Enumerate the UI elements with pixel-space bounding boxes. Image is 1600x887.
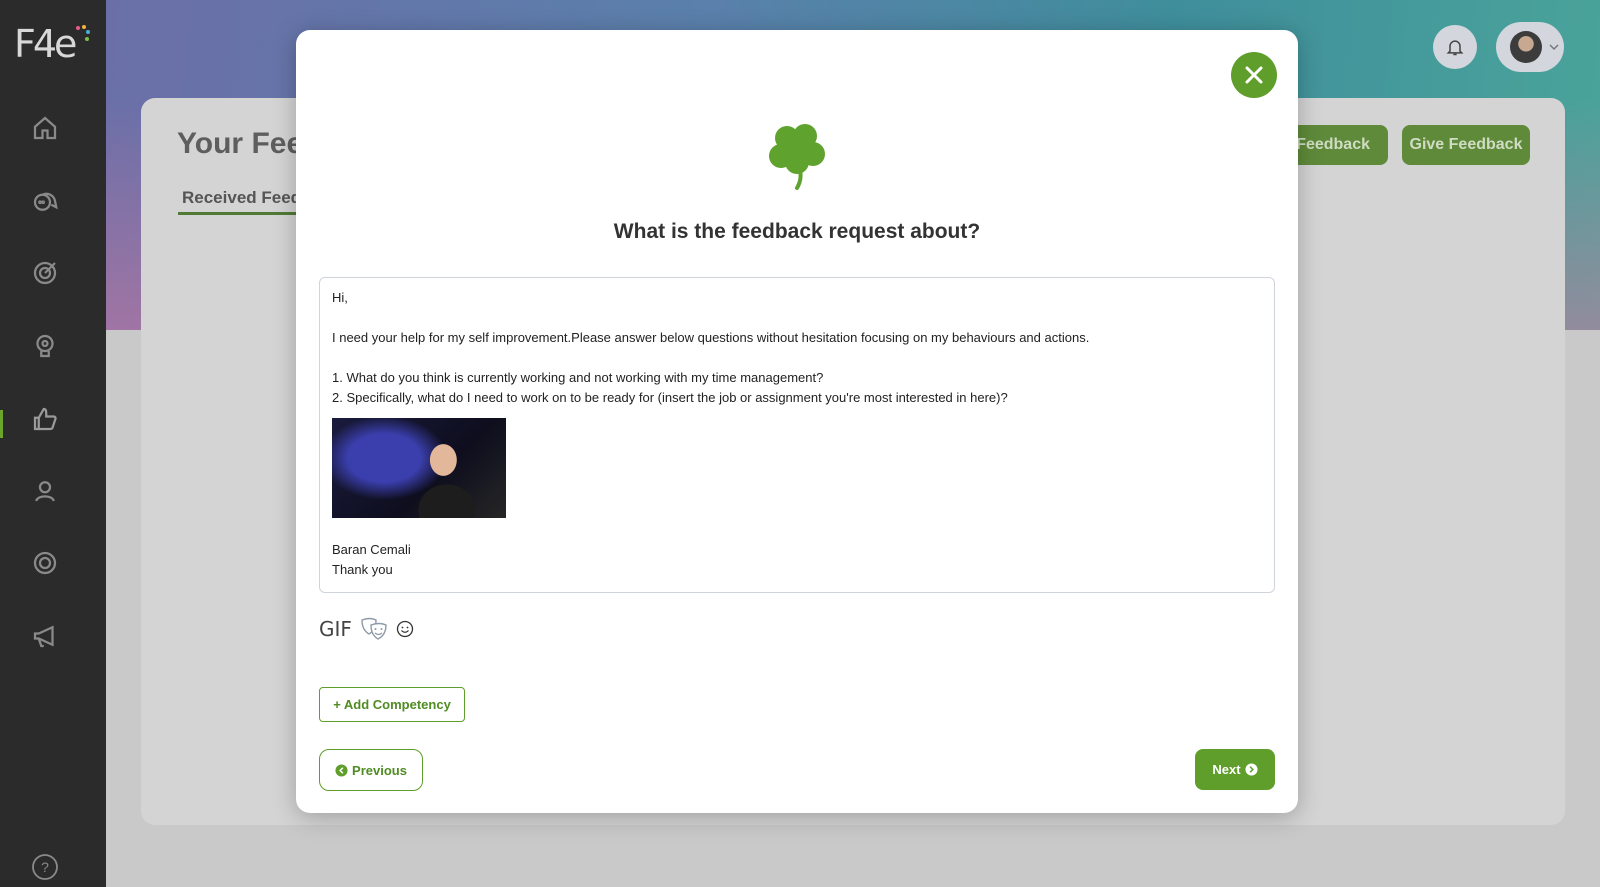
message-line	[332, 348, 1262, 368]
message-line: 1. What do you think is currently workin…	[332, 370, 824, 385]
emoji-icon[interactable]	[396, 620, 414, 638]
next-button[interactable]: Next	[1195, 749, 1275, 790]
settings-icon[interactable]	[28, 546, 62, 580]
lightbulb-icon[interactable]	[28, 329, 62, 363]
megaphone-icon[interactable]	[28, 619, 62, 653]
target-icon[interactable]	[28, 256, 62, 290]
app-logo[interactable]: F4e	[14, 22, 77, 66]
message-line: I need your help for my self improvement…	[332, 330, 1090, 345]
sidebar: F4e ?	[0, 0, 106, 887]
previous-button[interactable]: Previous	[319, 749, 423, 791]
home-icon[interactable]	[28, 111, 62, 145]
media-toolbar: GIF	[319, 616, 414, 642]
gif-button[interactable]: GIF	[319, 617, 352, 641]
close-button[interactable]	[1231, 52, 1277, 98]
close-icon	[1245, 66, 1263, 84]
svg-text:?: ?	[41, 859, 49, 875]
message-line: Hi,	[332, 290, 348, 305]
next-label: Next	[1212, 762, 1241, 777]
active-nav-indicator	[0, 410, 3, 438]
message-editor[interactable]: Hi, I need your help for my self improve…	[319, 277, 1275, 593]
people-icon[interactable]	[28, 474, 62, 508]
signature-name: Baran Cemali	[332, 542, 411, 557]
add-competency-button[interactable]: + Add Competency	[319, 687, 465, 722]
embedded-gif-image[interactable]	[332, 418, 506, 518]
feedback-request-modal: What is the feedback request about? Hi, …	[296, 30, 1298, 813]
logo-dots-icon	[76, 25, 90, 41]
chat-icon[interactable]	[28, 184, 62, 218]
theater-masks-icon[interactable]	[360, 616, 388, 642]
thumbs-up-icon[interactable]	[28, 402, 62, 436]
arrow-right-circle-icon	[1245, 763, 1258, 776]
message-line: 2. Specifically, what do I need to work …	[332, 390, 1008, 405]
arrow-left-circle-icon	[335, 763, 348, 777]
help-icon[interactable]: ?	[30, 852, 60, 882]
clover-icon	[769, 124, 825, 190]
signature-closing: Thank you	[332, 562, 393, 577]
modal-title: What is the feedback request about?	[613, 220, 981, 243]
message-line	[332, 308, 1262, 328]
previous-label: Previous	[352, 762, 407, 778]
